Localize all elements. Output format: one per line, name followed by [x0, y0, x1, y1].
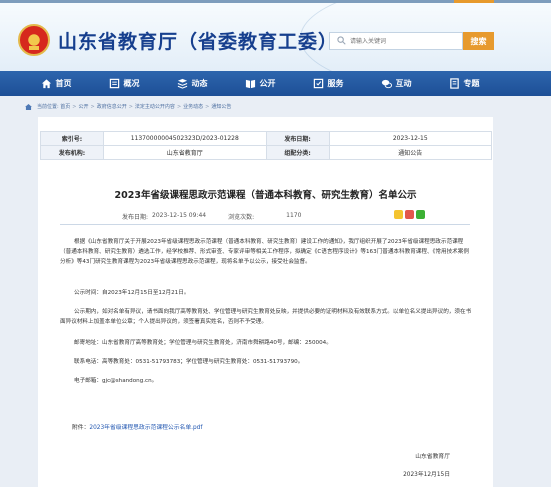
breadcrumb-item[interactable]: 法定主动公开内容	[135, 103, 175, 110]
attachment-link[interactable]: 2023年省级课程思政示范课程公示名单.pdf	[89, 425, 202, 431]
paragraph-objection: 公示期内，如对名单有异议，请书面向我厅高等教育处、学位管理与研究生教育处反映，并…	[60, 309, 472, 325]
nav-label: 服务	[327, 79, 344, 88]
breadcrumb-separator: >	[176, 103, 182, 110]
search-icon	[337, 36, 346, 45]
nav-label: 首页	[55, 79, 72, 88]
home-icon	[41, 79, 51, 89]
views-label: 浏览次数:	[228, 214, 255, 221]
breadcrumb-item[interactable]: 当前位置: 首页	[37, 103, 70, 110]
date-value: 2023-12-15	[328, 131, 492, 146]
breadcrumb: 当前位置: 首页 > 公开 > 政府信息公开 > 法定主动公开内容 > 业务动态…	[25, 103, 231, 110]
wechat-icon[interactable]	[416, 210, 425, 219]
article-panel: 索引号: 11370000004502323D/2023-01228 发布日期:…	[38, 117, 493, 487]
book-icon	[245, 79, 255, 89]
breadcrumb-separator: >	[128, 103, 133, 110]
breadcrumb-item[interactable]: 业务动态	[183, 103, 203, 110]
paragraph-intro: 根据《山东省教育厅关于开展2023年省级课程思政示范课程（普通本科教育、研究生教…	[60, 239, 469, 265]
search-box[interactable]	[329, 32, 463, 50]
breadcrumb-item[interactable]: 通知公告	[211, 103, 231, 110]
breadcrumb-separator: >	[205, 103, 210, 110]
breadcrumb-item[interactable]: 公开	[78, 103, 88, 110]
views-value: 1170	[286, 212, 302, 219]
index-value: 11370000004502323D/2023-01228	[102, 131, 267, 146]
site-title: 山东省教育厅（省委教育工委）	[58, 31, 339, 53]
paragraph-phone: 联系电话：高等教育处：0531-51793783；学位管理与研究生教育处：053…	[74, 359, 304, 365]
overview-icon	[109, 78, 119, 89]
search-button[interactable]: 搜索	[463, 32, 494, 50]
pub-date-label: 发布日期:	[122, 214, 149, 221]
paragraph-period: 公示时间：自2023年12月15日至12月21日。	[74, 290, 190, 296]
site-header: 山东省教育厅（省委教育工委） 搜索	[0, 3, 551, 71]
category-value: 通知公告	[328, 145, 492, 160]
nav-label: 公开	[259, 79, 276, 88]
news-icon	[177, 78, 187, 89]
publish-info: 发布日期: 2023-12-15 09:44 浏览次数: 1170	[122, 212, 301, 221]
nav-label: 概况	[123, 79, 140, 88]
org-value: 山东省教育厅	[102, 145, 267, 160]
category-label: 组配分类:	[265, 145, 330, 160]
attachment-label: 附件：	[72, 425, 90, 431]
paragraph-address: 邮寄地址：山东省教育厅高等教育处；学位管理与研究生教育处，济南市舜耕路40号，邮…	[74, 340, 332, 346]
nav-item-home[interactable]: 首页	[22, 71, 90, 96]
attachment: 附件：2023年省级课程思政示范课程公示名单.pdf	[72, 422, 202, 431]
share-icons	[394, 210, 425, 219]
signature-org: 山东省教育厅	[415, 454, 450, 460]
home-icon	[25, 103, 32, 110]
search-input[interactable]	[350, 35, 458, 47]
topic-icon	[449, 78, 459, 89]
nav-label: 动态	[191, 79, 208, 88]
signature-date: 2023年12月15日	[403, 472, 450, 478]
nav-label: 互动	[395, 79, 412, 88]
date-label: 发布日期:	[265, 131, 330, 146]
service-icon	[313, 78, 323, 89]
main-nav: 首页 概况 动态 公开 服务 互动 专题	[0, 71, 551, 96]
nav-item-public[interactable]: 公开	[226, 71, 294, 96]
nav-item-interact[interactable]: 互动	[362, 71, 430, 96]
breadcrumb-item[interactable]: 政府信息公开	[97, 103, 127, 110]
org-label: 发布机构:	[40, 145, 104, 160]
weibo-icon[interactable]	[405, 210, 414, 219]
favorite-icon[interactable]	[394, 210, 403, 219]
nav-label: 专题	[463, 79, 480, 88]
index-label: 索引号:	[40, 131, 104, 146]
emblem-logo	[18, 24, 50, 56]
pub-date-value: 2023-12-15 09:44	[152, 212, 207, 219]
breadcrumb-separator: >	[90, 103, 95, 110]
nav-item-topic[interactable]: 专题	[430, 71, 498, 96]
paragraph-email: 电子邮箱：gjc@shandong.cn。	[74, 378, 158, 384]
article-title: 2023年省级课程思政示范课程（普通本科教育、研究生教育）名单公示	[114, 190, 417, 201]
breadcrumb-separator: >	[72, 103, 77, 110]
nav-item-overview[interactable]: 概况	[90, 71, 158, 96]
nav-item-news[interactable]: 动态	[158, 71, 226, 96]
meta-table: 索引号: 11370000004502323D/2023-01228 发布日期:…	[40, 131, 492, 160]
divider	[60, 224, 470, 225]
nav-item-service[interactable]: 服务	[294, 71, 362, 96]
chat-icon	[381, 79, 392, 89]
